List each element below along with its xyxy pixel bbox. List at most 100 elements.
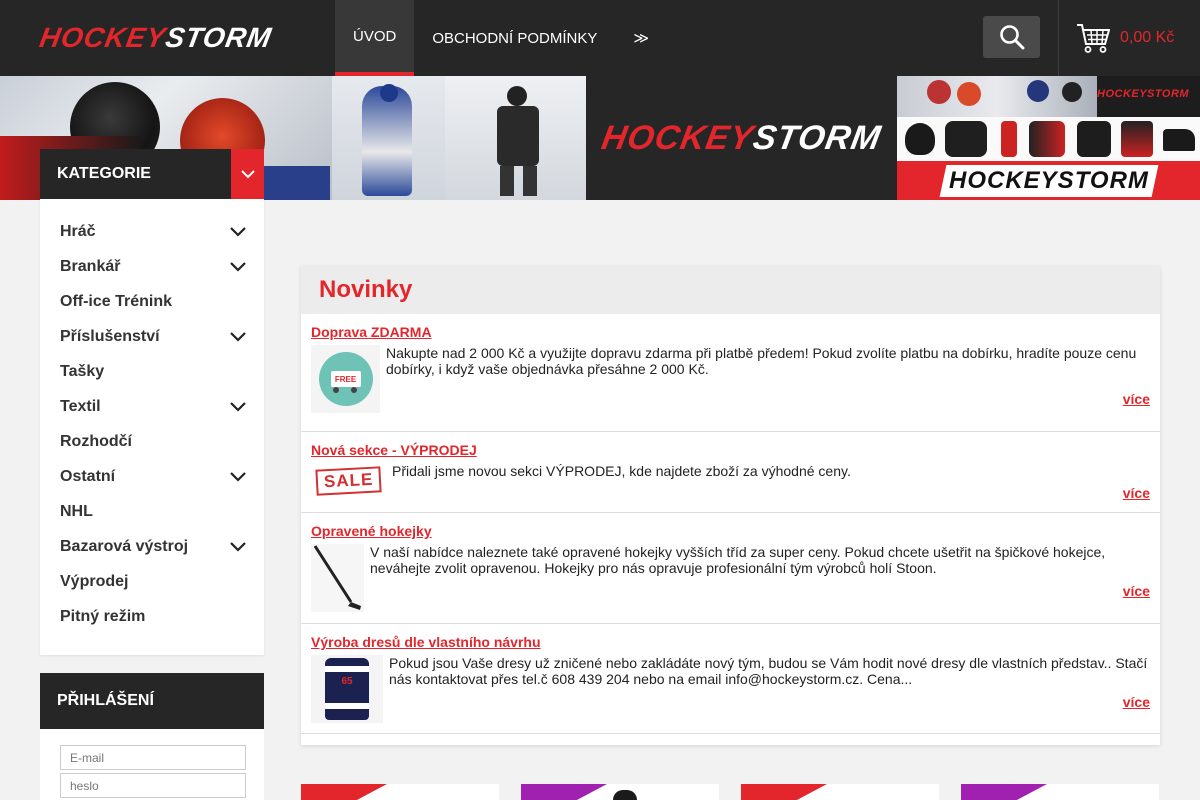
login-header: PŘIHLÁŠENÍ [40,673,264,729]
sidebar-item-label: Příslušenství [60,327,160,345]
news-more-link[interactable]: více [1123,583,1150,599]
sidebar-item[interactable]: Hráč [40,214,264,249]
free-shipping-thumbnail[interactable]: FREE [311,345,380,413]
nav-item-more[interactable]: ≫ [615,0,667,76]
product-badge [301,784,387,800]
sidebar-item[interactable]: Textil [40,389,264,424]
sidebar-item-label: Výprodej [60,572,129,590]
nav-item-obchodni-podminky[interactable]: Obchodní podmínky [414,0,615,76]
news-title: Novinky [319,276,413,303]
news-item: Opravené hokejky V naší nabídce naleznet… [301,513,1160,624]
product-badge [741,784,827,800]
hockey-stick-thumbnail[interactable] [311,544,364,612]
news-item-title[interactable]: Doprava ZDARMA [311,324,1150,340]
product-badge [521,784,607,800]
sidebar-item[interactable]: Bazarová výstroj [40,529,264,564]
cart-button[interactable]: 0,00 Kč [1076,22,1174,54]
banner-equipment-players: HOCKEYSTORM [897,76,1200,117]
chevron-down-icon [240,169,255,178]
site-logo[interactable]: HOCKEYSTORM [37,10,290,66]
sidebar-item-label: Off-ice Trénink [60,292,173,310]
news-item-title[interactable]: Opravené hokejky [311,523,1150,539]
sidebar-item[interactable]: Příslušenství [40,319,264,354]
chevron-down-icon[interactable] [230,226,246,237]
news-item-text: V naší nabídce naleznete také opravené h… [370,544,1106,576]
sidebar-item[interactable]: Ostatní [40,459,264,494]
banner-equipment: HOCKEYSTORM HOCKEYSTORM [897,76,1200,200]
sidebar-item-label: NHL [60,502,93,520]
categories-title: KATEGORIE [57,165,151,182]
sidebar-item[interactable]: Výprodej [40,564,264,599]
news-item-text: Přidali jsme novou sekci VÝPRODEJ, kde n… [392,463,851,479]
categories-toggle-button[interactable] [231,149,264,199]
categories-list: Hráč Brankář Off-ice Trénink Příslušenství T… [40,199,264,655]
product-image [613,790,637,800]
sidebar-item[interactable]: Brankář [40,249,264,284]
login-form [40,729,264,800]
chevron-down-icon[interactable] [230,401,246,412]
sidebar-item-label: Bazarová výstroj [60,537,189,555]
password-field[interactable] [60,773,246,798]
sale-thumbnail[interactable]: SALE [311,463,386,499]
news-more-link[interactable]: více [1123,485,1150,501]
jersey-thumbnail[interactable]: 65 [311,655,383,723]
sale-label: SALE [315,466,382,496]
email-field[interactable] [60,745,246,770]
sidebar-item-label: Ostatní [60,467,116,485]
hockey-stick-icon [313,545,361,610]
sidebar-item[interactable]: Tašky [40,354,264,389]
free-label: FREE [330,371,361,387]
search-button[interactable] [983,16,1040,58]
news-panel: Novinky Doprava ZDARMA FREE Nakupte nad … [301,266,1160,745]
chevron-down-icon[interactable] [230,261,246,272]
sidebar-item[interactable]: NHL [40,494,264,529]
categories-header: KATEGORIE [40,149,264,199]
news-item: Výroba dresů dle vlastního návrhu 65 Pok… [301,624,1160,734]
search-icon [999,25,1024,50]
news-item: Doprava ZDARMA FREE Nakupte nad 2 000 Kč… [301,314,1160,432]
sidebar-item[interactable]: Off-ice Trénink [40,284,264,319]
main-nav: Úvod Obchodní podmínky ≫ [335,0,667,76]
banner-logo: HOCKEYSTORM [586,76,897,200]
product-card[interactable] [961,784,1159,800]
chevron-down-icon[interactable] [230,471,246,482]
news-item: Nová sekce - VÝPRODEJ SALE Přidali jsme … [301,432,1160,513]
news-item-text: Pokud jsou Vaše dresy už zničené nebo za… [389,655,1148,687]
banner-small-logo: HOCKEYSTORM [1097,88,1190,100]
product-card[interactable] [741,784,939,800]
banner-photo-skater [445,76,586,200]
sidebar-item-label: Textil [60,397,101,415]
cart-total: 0,00 Kč [1120,29,1175,46]
banner-logo-storm: STORM [750,118,885,157]
news-item-title[interactable]: Nová sekce - VÝPRODEJ [311,442,1150,458]
header-divider [1058,0,1059,76]
nav-item-uvod[interactable]: Úvod [335,0,415,76]
sidebar-item[interactable]: Pitný režim [40,599,264,634]
news-header: Novinky [301,266,1160,314]
chevron-down-icon[interactable] [230,331,246,342]
sidebar-item-label: Rozhodčí [60,432,132,450]
product-badge [961,784,1047,800]
sidebar-item-label: Brankář [60,257,121,275]
logo-text-hockey: HOCKEY [37,22,169,53]
banner-equipment-gear [897,117,1200,161]
product-card[interactable] [521,784,719,800]
cart-icon [1077,24,1110,53]
news-more-link[interactable]: více [1123,391,1150,407]
banner-logo-hockey: HOCKEY [598,118,758,157]
banner-big-logo: HOCKEYSTORM [948,166,1149,194]
news-item-title[interactable]: Výroba dresů dle vlastního návrhu [311,634,1150,650]
sidebar-item-label: Tašky [60,362,105,380]
product-card[interactable] [301,784,499,800]
news-item-text: Nakupte nad 2 000 Kč a využijte dopravu … [386,345,1137,377]
site-header: HOCKEYSTORM Úvod Obchodní podmínky ≫ 0,0… [0,0,1200,76]
sidebar-item-label: Pitný režim [60,607,146,625]
logo-text-storm: STORM [163,22,275,53]
news-more-link[interactable]: více [1123,694,1150,710]
jersey-number: 65 [341,676,353,687]
sidebar-item-label: Hráč [60,222,96,240]
sidebar-item[interactable]: Rozhodčí [40,424,264,459]
chevron-down-icon[interactable] [230,541,246,552]
banner-big-logo-strip: HOCKEYSTORM [897,161,1200,200]
banner-photo-goalie [332,76,445,200]
